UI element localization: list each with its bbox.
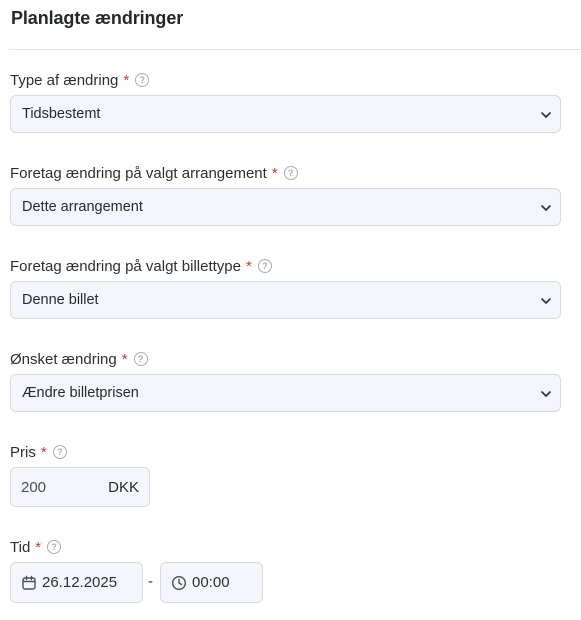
desired-change-select[interactable]: Ændre billetprisen [10, 374, 561, 412]
chevron-down-icon [541, 205, 551, 211]
help-icon[interactable]: ? [47, 540, 62, 554]
required-mark: * [40, 443, 47, 461]
title-divider [10, 49, 581, 50]
required-mark: * [123, 71, 130, 89]
event-scope-label: Foretag ændring på valgt arrangement [10, 164, 267, 182]
help-icon[interactable]: ? [257, 259, 272, 273]
required-mark: * [121, 350, 128, 368]
date-picker[interactable]: 26.12.2025 [10, 562, 143, 603]
time-label-row: Tid * ? [10, 537, 62, 557]
ticket-scope-label-row: Foretag ændring på valgt billettype * ? [10, 256, 272, 276]
date-value: 26.12.2025 [42, 574, 118, 591]
time-picker[interactable]: 00:00 [160, 562, 263, 603]
ticket-scope-label: Foretag ændring på valgt billettype [10, 257, 241, 275]
required-mark: * [271, 164, 278, 182]
change-type-value: Tidsbestemt [22, 106, 101, 122]
event-scope-select[interactable]: Dette arrangement [10, 188, 561, 226]
ticket-scope-select[interactable]: Denne billet [10, 281, 561, 319]
planned-changes-panel: Planlagte ændringer Type af ændring * ? … [0, 0, 581, 620]
change-type-select[interactable]: Tidsbestemt [10, 95, 561, 133]
calendar-icon [22, 575, 36, 590]
panel-title: Planlagte ændringer [11, 8, 184, 28]
event-scope-label-row: Foretag ændring på valgt arrangement * ? [10, 163, 298, 183]
change-type-label-row: Type af ændring * ? [10, 70, 150, 90]
help-icon[interactable]: ? [133, 352, 148, 366]
help-icon[interactable]: ? [52, 445, 67, 459]
chevron-down-icon [541, 391, 551, 397]
required-mark: * [245, 257, 252, 275]
required-mark: * [35, 538, 42, 556]
currency-label: DKK [108, 479, 139, 496]
price-input[interactable]: 200 DKK [10, 467, 150, 507]
desired-change-label: Ønsket ændring [10, 350, 117, 368]
date-time-separator: - [148, 573, 153, 590]
price-label: Pris [10, 443, 36, 461]
help-icon[interactable]: ? [283, 166, 298, 180]
event-scope-value: Dette arrangement [22, 199, 143, 215]
clock-icon [171, 575, 187, 591]
time-value: 00:00 [192, 574, 230, 591]
change-type-label: Type af ændring [10, 71, 119, 89]
desired-change-label-row: Ønsket ændring * ? [10, 349, 148, 369]
help-icon[interactable]: ? [135, 73, 150, 87]
chevron-down-icon [541, 112, 551, 118]
time-label: Tid [10, 538, 31, 556]
desired-change-value: Ændre billetprisen [22, 385, 139, 401]
chevron-down-icon [541, 298, 551, 304]
price-label-row: Pris * ? [10, 442, 67, 462]
ticket-scope-value: Denne billet [22, 292, 99, 308]
price-value: 200 [21, 479, 47, 496]
